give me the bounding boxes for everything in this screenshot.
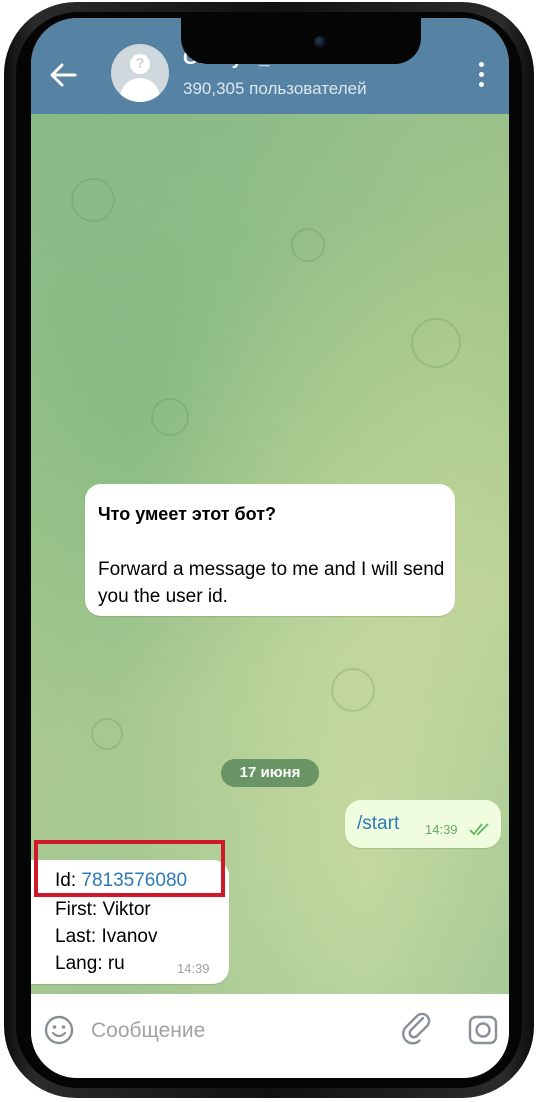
paperclip-icon: [402, 1012, 431, 1045]
attach-button[interactable]: [401, 1012, 431, 1046]
more-vertical-icon: [479, 82, 484, 87]
front-camera: [314, 36, 326, 48]
wallpaper-doodle: [291, 228, 325, 262]
outgoing-message[interactable]: /start 14:39: [345, 800, 501, 848]
smile-icon: [44, 1015, 74, 1045]
more-vertical-icon: [479, 62, 484, 67]
more-menu-button[interactable]: [471, 58, 491, 92]
incoming-message-time: 14:39: [177, 961, 210, 976]
back-button[interactable]: [47, 60, 81, 90]
bot-info-title: Что умеет этот бот?: [98, 504, 277, 524]
bot-info-card: Что умеет этот бот? Forward a message to…: [85, 484, 455, 616]
emoji-button[interactable]: [43, 1014, 75, 1046]
bot-avatar[interactable]: ?: [111, 44, 169, 102]
double-check-icon: [469, 823, 489, 836]
more-vertical-icon: [479, 72, 484, 77]
wallpaper-doodle: [331, 668, 375, 712]
question-icon: ?: [130, 54, 150, 74]
avatar-body: [120, 78, 160, 102]
chat-subscriber-count: 390,305 пользователей: [183, 79, 367, 98]
camera-button[interactable]: [467, 1014, 499, 1046]
language-line: Lang: ru: [55, 953, 125, 974]
id-highlight-box: [34, 840, 225, 897]
message-input-bar: [31, 994, 509, 1078]
first-name-line: First: Viktor: [55, 899, 151, 920]
wallpaper-doodle: [411, 318, 461, 368]
wallpaper-doodle: [151, 398, 189, 436]
date-separator: 17 июня: [221, 759, 319, 787]
outgoing-message-text[interactable]: /start: [357, 813, 399, 835]
outgoing-message-time: 14:39: [425, 822, 458, 837]
arrow-left-icon: [50, 63, 77, 87]
telegram-screen: ? Getmyid_bot 390,305 пользователей Что …: [31, 18, 509, 1078]
wallpaper-doodle: [91, 718, 123, 750]
bot-info-description: Forward a message to me and I will send …: [98, 559, 445, 607]
phone-notch: [181, 18, 421, 64]
wallpaper-doodle: [71, 178, 115, 222]
last-name-line: Last: Ivanov: [55, 926, 158, 947]
message-input[interactable]: [89, 1012, 393, 1050]
camera-icon: [468, 1015, 498, 1045]
